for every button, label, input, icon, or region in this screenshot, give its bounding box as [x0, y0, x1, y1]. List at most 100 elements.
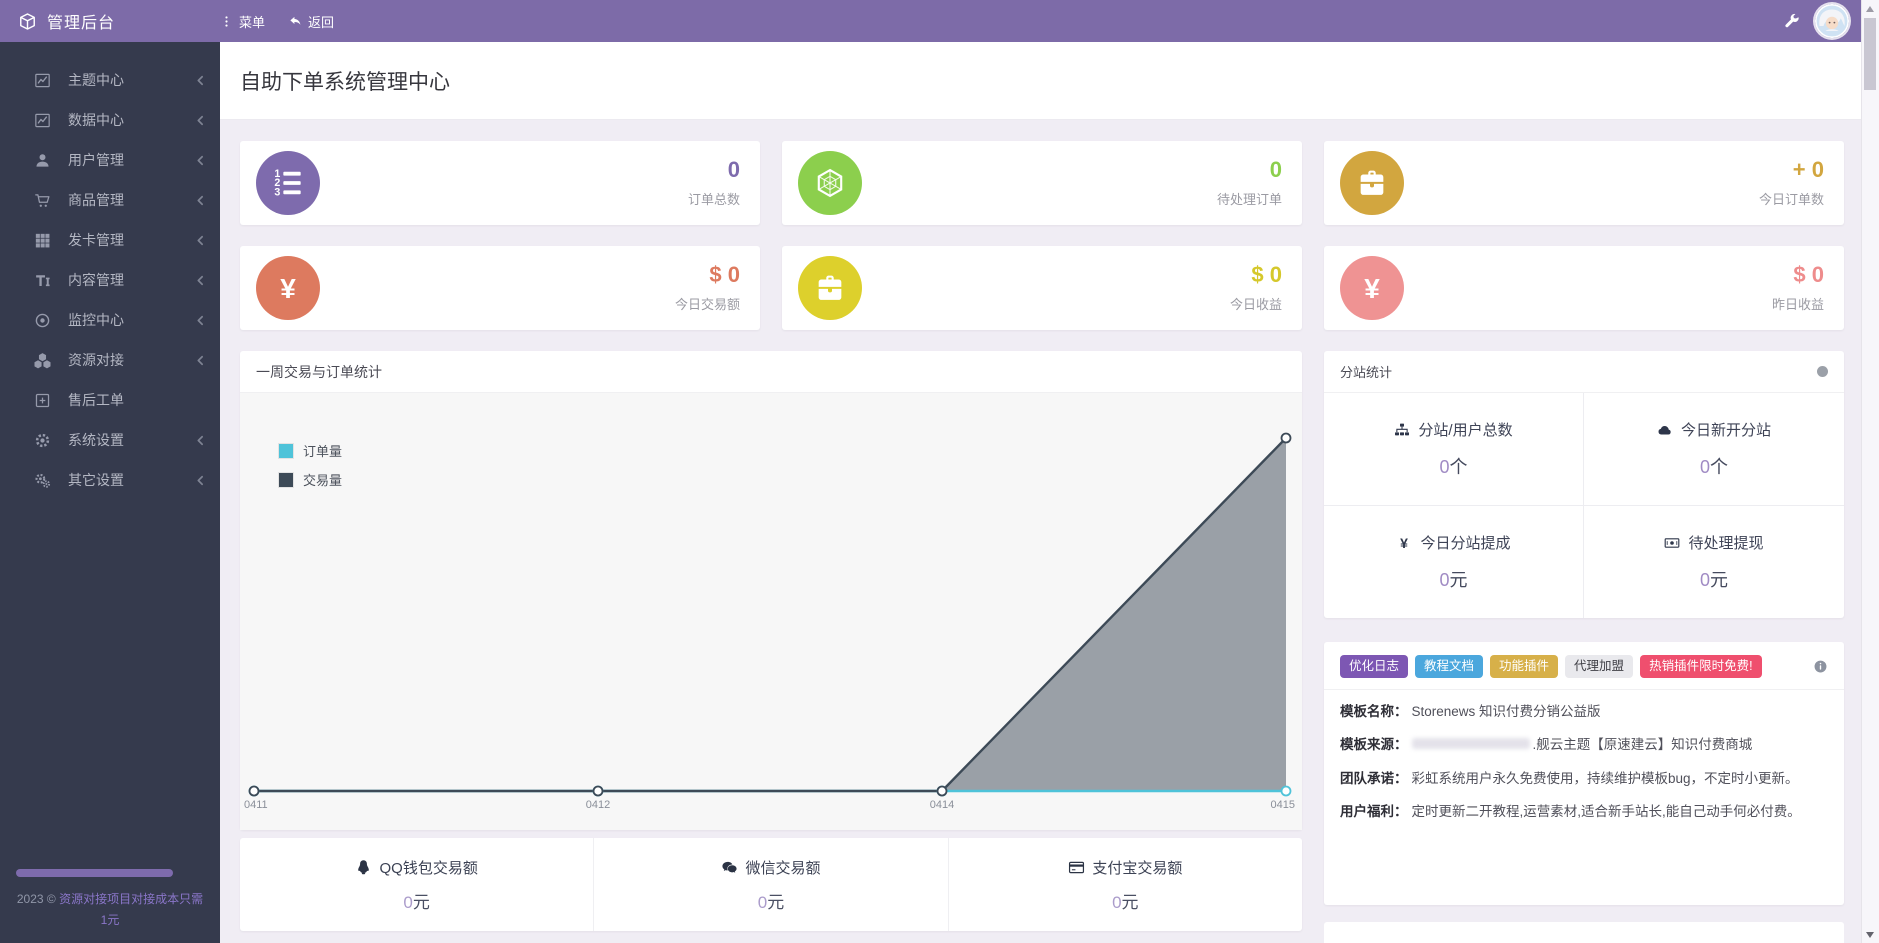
sidebar-item-7[interactable]: 资源对接 — [0, 340, 220, 380]
promo-tag[interactable]: 功能插件 — [1490, 655, 1558, 678]
wrench-icon[interactable] — [1783, 13, 1800, 30]
chevron-left-icon — [194, 474, 207, 487]
menu-button[interactable]: 菜单 — [220, 12, 265, 31]
template-info-text: 定时更新二开教程,运营素材,适合新手站长,能自己动手何必付费。 — [1412, 804, 1801, 819]
sidebar-item-label: 监控中心 — [68, 310, 124, 330]
legend-item[interactable]: 订单量 — [279, 441, 342, 460]
avatar[interactable] — [1815, 4, 1849, 38]
promo-tag[interactable]: 优化日志 — [1340, 655, 1408, 678]
yen-icon: ¥ — [1356, 272, 1388, 304]
svg-text:0411: 0411 — [244, 799, 268, 811]
sitemap-icon — [1394, 422, 1410, 438]
panel-collapse-dot[interactable] — [1817, 366, 1828, 377]
scroll-thumb[interactable] — [1864, 18, 1876, 90]
sidebar-item-5[interactable]: 内容管理 — [0, 260, 220, 300]
legend-label: 订单量 — [303, 441, 342, 460]
sidebar-item-3[interactable]: 商品管理 — [0, 180, 220, 220]
promo-tag[interactable]: 教程文档 — [1415, 655, 1483, 678]
gears-icon — [34, 472, 51, 489]
sidebar-item-1[interactable]: 数据中心 — [0, 100, 220, 140]
substation-panel: 分站统计 分站/用户总数0个今日新开分站0个¥今日分站提成0元待处理提现0元 — [1324, 351, 1844, 618]
payment-stat: QQ钱包交易额0元 — [240, 838, 593, 931]
sidebar-item-label: 系统设置 — [68, 430, 124, 450]
substation-stat-value: 0个 — [1439, 453, 1467, 479]
substation-stat-value: 0元 — [1439, 566, 1467, 592]
svg-text:3: 3 — [274, 186, 280, 198]
sidebar-item-label: 发卡管理 — [68, 230, 124, 250]
substation-stat-label: 分站/用户总数 — [1418, 419, 1512, 440]
info-icon — [1813, 659, 1828, 674]
briefcase-icon — [814, 272, 846, 304]
cube-icon — [18, 12, 37, 31]
sidebar-item-10[interactable]: 其它设置 — [0, 460, 220, 500]
svg-text:¥: ¥ — [280, 273, 296, 304]
svg-text:0412: 0412 — [586, 799, 610, 811]
sidebar-item-2[interactable]: 用户管理 — [0, 140, 220, 180]
template-info-line: 模板名称：Storenews 知识付费分销公益版 — [1340, 701, 1828, 723]
sidebar-item-label: 售后工单 — [68, 390, 124, 410]
scroll-down-arrow[interactable] — [1862, 926, 1878, 943]
cart-icon — [34, 192, 51, 209]
payment-stat: 微信交易额0元 — [593, 838, 947, 931]
promo-tag[interactable]: 代理加盟 — [1565, 655, 1633, 678]
grid-icon — [34, 232, 51, 249]
legend-swatch — [279, 444, 293, 458]
stat-label: 今日收益 — [1230, 294, 1282, 313]
promo-panel: 优化日志教程文档功能插件代理加盟热销插件限时免费! 模板名称：Storenews… — [1324, 642, 1844, 905]
gear-icon — [34, 432, 51, 449]
cubes-icon — [34, 352, 51, 369]
sidebar-item-6[interactable]: 监控中心 — [0, 300, 220, 340]
stat-value: $ 0 — [1772, 264, 1824, 286]
sidebar-item-label: 主题中心 — [68, 70, 124, 90]
brand[interactable]: 管理后台 — [0, 9, 220, 33]
chart-line-icon — [34, 112, 51, 129]
back-button-label: 返回 — [308, 12, 334, 31]
chart-panel: 一周交易与订单统计 订单量交易量 0411041204140415 — [240, 351, 1302, 830]
substation-grid: 分站/用户总数0个今日新开分站0个¥今日分站提成0元待处理提现0元 — [1324, 393, 1844, 618]
stat-label: 今日订单数 — [1759, 189, 1824, 208]
payment-stats-panel: QQ钱包交易额0元微信交易额0元支付宝交易额0元 — [240, 838, 1302, 931]
scrollbar[interactable] — [1861, 0, 1879, 943]
template-info-label: 模板来源： — [1340, 737, 1408, 752]
substation-stat: 分站/用户总数 0个 — [1324, 393, 1584, 506]
scroll-up-arrow[interactable] — [1862, 0, 1878, 17]
substation-stat-label: 今日分站提成 — [1420, 532, 1510, 553]
sidebar-item-0[interactable]: 主题中心 — [0, 60, 220, 100]
sidebar-item-label: 商品管理 — [68, 190, 124, 210]
footer-link[interactable]: 资源对接项目对接成本只需 — [59, 892, 203, 906]
substation-title: 分站统计 — [1340, 362, 1392, 381]
payment-stat: 支付宝交易额0元 — [948, 838, 1302, 931]
footer-link-2[interactable]: 1元 — [101, 913, 120, 927]
svg-text:¥: ¥ — [1364, 273, 1380, 304]
template-info-label: 用户福利： — [1340, 804, 1408, 819]
promo-tag[interactable]: 热销插件限时免费! — [1640, 655, 1761, 678]
sidebar-item-label: 其它设置 — [68, 470, 124, 490]
sidebar-item-label: 资源对接 — [68, 350, 124, 370]
chart-legend: 订单量交易量 — [279, 441, 342, 499]
stat-value: + 0 — [1759, 159, 1824, 181]
chevron-left-icon — [194, 74, 207, 87]
template-info-label: 团队承诺： — [1340, 771, 1408, 786]
back-button[interactable]: 返回 — [289, 12, 334, 31]
legend-item[interactable]: 交易量 — [279, 470, 342, 489]
copyright-text: 2023 © — [17, 892, 56, 906]
plus-square-icon — [34, 392, 51, 409]
menu-dots-icon — [220, 15, 233, 28]
template-info: 模板名称：Storenews 知识付费分销公益版模板来源：.舰云主题【原速建云】… — [1324, 690, 1844, 823]
legend-label: 交易量 — [303, 470, 342, 489]
sidebar-item-8[interactable]: 售后工单 — [0, 380, 220, 420]
sidebar-item-4[interactable]: 发卡管理 — [0, 220, 220, 260]
substation-panel-header: 分站统计 — [1324, 351, 1844, 393]
topbar: 管理后台 菜单 返回 — [0, 0, 1879, 42]
sidebar-item-9[interactable]: 系统设置 — [0, 420, 220, 460]
substation-stat-label: 待处理提现 — [1688, 532, 1763, 553]
stat-value: 0 — [688, 159, 740, 181]
template-info-text: 彩虹系统用户永久免费使用，持续维护模板bug，不定时小更新。 — [1412, 771, 1799, 786]
payment-label: 支付宝交易额 — [1092, 857, 1182, 878]
page-header: 自助下单系统管理中心 — [220, 42, 1862, 120]
template-info-line: 团队承诺： 彩虹系统用户永久免费使用，持续维护模板bug，不定时小更新。 — [1340, 768, 1828, 790]
list-ol-icon: 123 — [272, 167, 304, 199]
stat-cards: 1230订单总数0待处理订单+ 0今日订单数¥$ 0今日交易额$ 0今日收益¥$… — [240, 141, 1844, 330]
stat-card: 0待处理订单 — [782, 141, 1302, 225]
sidebar-item-label: 内容管理 — [68, 270, 124, 290]
